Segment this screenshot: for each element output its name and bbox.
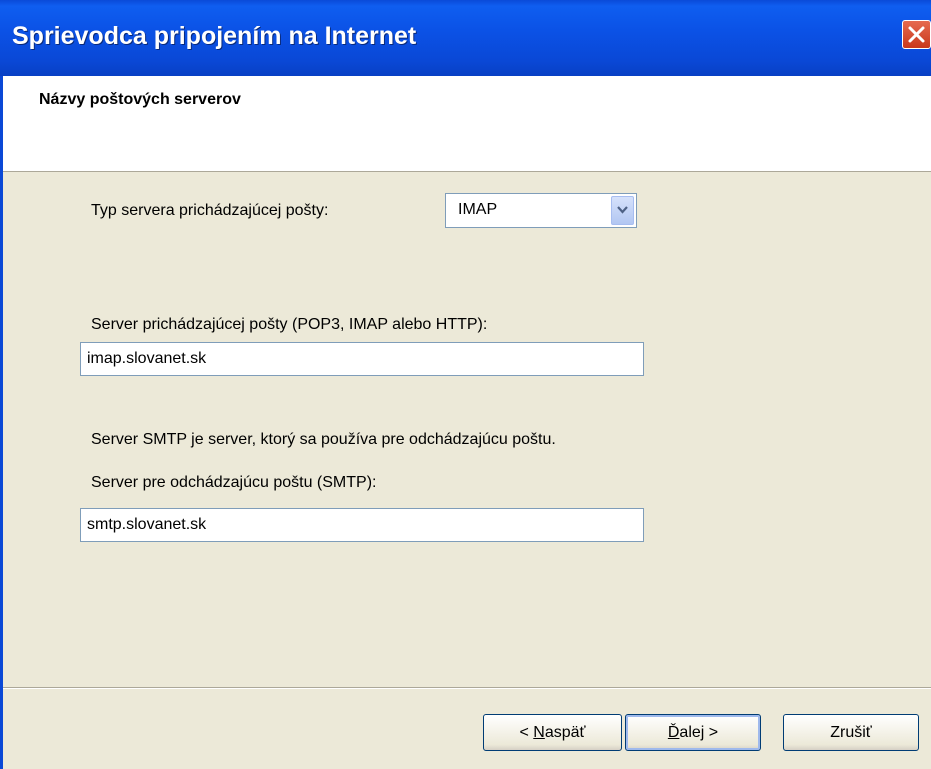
footer-divider [3,687,931,689]
dropdown-button[interactable] [611,196,634,225]
window-title: Sprievodca pripojením na Internet [12,22,417,50]
close-button[interactable] [902,20,931,49]
back-button-accesskey: N [533,724,545,741]
back-button[interactable]: < Naspäť [483,714,622,751]
cancel-button-label: Zrušiť [830,724,872,741]
wizard-body [3,173,931,769]
close-icon [908,26,925,43]
outgoing-server-input[interactable] [80,508,644,542]
wizard-header: Názvy poštových serverov [3,76,931,172]
incoming-server-input[interactable] [80,342,644,376]
next-button[interactable]: Ďalej > [625,714,761,751]
back-button-label: aspäť [544,724,586,741]
cancel-button[interactable]: Zrušiť [783,714,919,751]
incoming-type-label: Typ servera prichádzajúcej pošty: [91,202,329,219]
title-bar: Sprievodca pripojením na Internet [0,0,931,76]
page-title: Názvy poštových serverov [39,91,241,108]
outgoing-server-label: Server pre odchádzajúcu poštu (SMTP): [91,474,377,491]
incoming-server-label: Server prichádzajúcej pošty (POP3, IMAP … [91,316,488,333]
back-button-prefix: < [519,724,534,741]
incoming-type-select[interactable]: IMAP [445,193,637,228]
smtp-info-text: Server SMTP je server, ktorý sa používa … [91,431,556,448]
next-button-label: alej > [679,724,719,741]
chevron-down-icon [617,206,628,214]
incoming-type-value: IMAP [458,201,498,218]
next-button-accesskey: Ď [667,724,680,741]
